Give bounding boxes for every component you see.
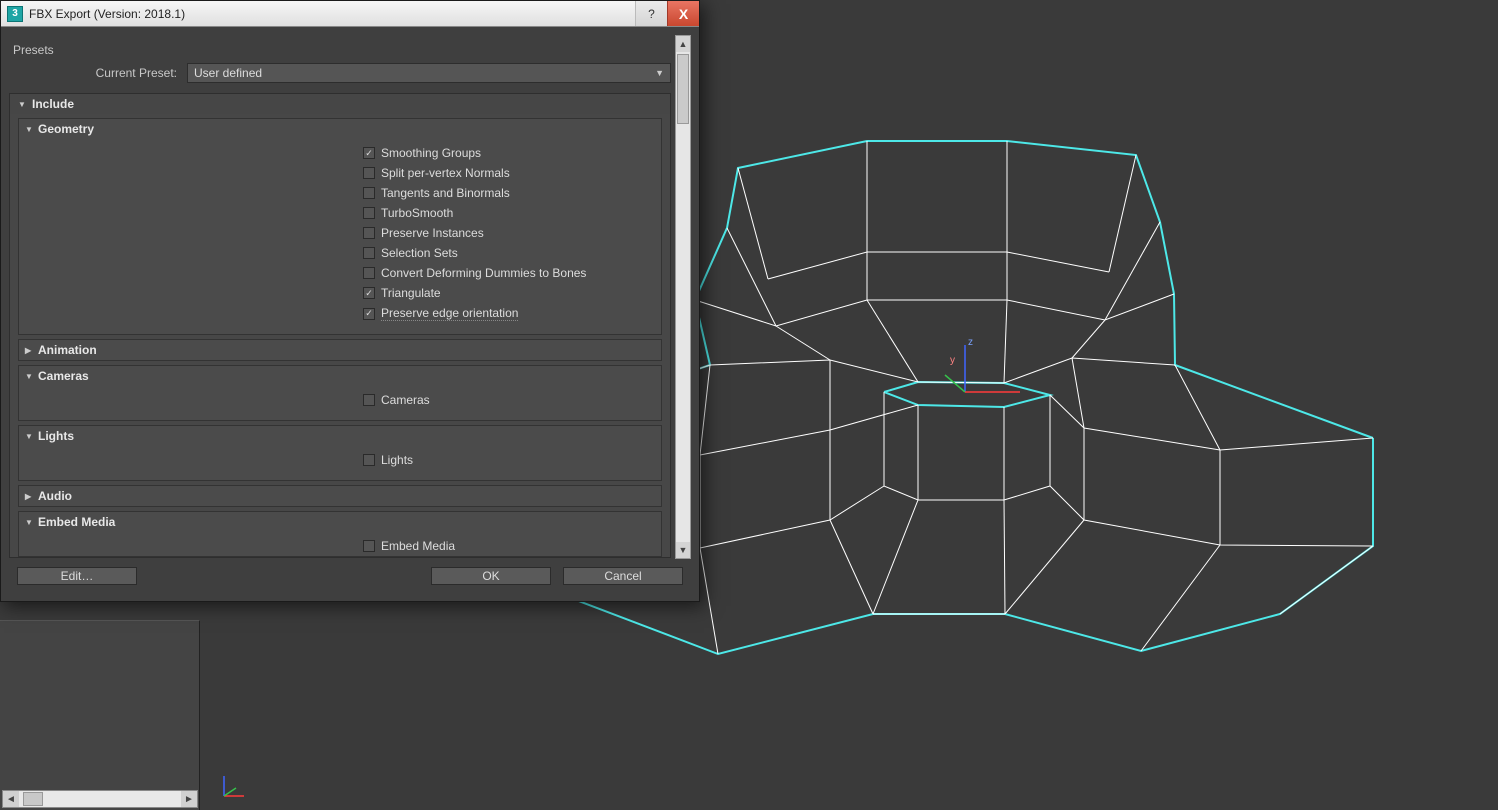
help-button[interactable]: ? — [635, 1, 667, 26]
geometry-option-row: Tangents and Binormals — [23, 183, 657, 203]
subsection-animation-header[interactable]: ▶ Animation — [19, 340, 661, 360]
cancel-button[interactable]: Cancel — [563, 567, 683, 585]
edit-button[interactable]: Edit… — [17, 567, 137, 585]
subsection-geometry: ▼ Geometry Smoothing Groups Split per-ver… — [18, 118, 662, 335]
scroll-track[interactable] — [676, 52, 690, 542]
geometry-option-label: Smoothing Groups — [381, 146, 481, 160]
scroll-down-arrow-icon[interactable]: ▼ — [676, 542, 690, 558]
horizontal-scrollbar[interactable]: ◄ ► — [2, 790, 198, 808]
geometry-checkbox[interactable] — [363, 207, 375, 219]
close-button[interactable]: X — [667, 1, 699, 26]
svg-text:y: y — [950, 355, 955, 366]
subsection-cameras-header[interactable]: ▼ Cameras — [19, 366, 661, 386]
subsection-embed-media: ▼ Embed Media Embed Media — [18, 511, 662, 557]
subsection-audio: ▶ Audio — [18, 485, 662, 507]
svg-text:z: z — [968, 337, 973, 348]
section-include-header[interactable]: ▼ Include — [10, 94, 670, 114]
geometry-checkbox[interactable] — [363, 147, 375, 159]
cameras-checkbox[interactable] — [363, 394, 375, 406]
geometry-option-label: Selection Sets — [381, 246, 458, 260]
timeline-panel: ◄ ► — [0, 620, 200, 810]
titlebar[interactable]: 3 FBX Export (Version: 2018.1) ? X — [1, 1, 699, 27]
scroll-thumb[interactable] — [677, 54, 689, 124]
subsection-embed-header[interactable]: ▼ Embed Media — [19, 512, 661, 532]
geometry-option-row: Smoothing Groups — [23, 143, 657, 163]
scroll-right-arrow-icon[interactable]: ► — [181, 791, 197, 807]
disclosure-down-icon: ▼ — [25, 125, 33, 134]
current-preset-label: Current Preset: — [9, 66, 187, 80]
subsection-animation: ▶ Animation — [18, 339, 662, 361]
geometry-option-row: TurboSmooth — [23, 203, 657, 223]
geometry-option-row: Preserve Instances — [23, 223, 657, 243]
geometry-option-row: Selection Sets — [23, 243, 657, 263]
geometry-checkbox[interactable] — [363, 308, 375, 320]
subsection-cameras: ▼ Cameras Cameras — [18, 365, 662, 421]
presets-heading: Presets — [9, 35, 671, 59]
lights-label: Lights — [381, 453, 413, 467]
cameras-label: Cameras — [381, 393, 430, 407]
subsection-lights: ▼ Lights Lights — [18, 425, 662, 481]
embed-media-checkbox[interactable] — [363, 540, 375, 552]
geometry-option-label: Triangulate — [381, 286, 441, 300]
geometry-option-label: TurboSmooth — [381, 206, 453, 220]
subsection-lights-header[interactable]: ▼ Lights — [19, 426, 661, 446]
subsection-geometry-header[interactable]: ▼ Geometry — [19, 119, 661, 139]
geometry-option-label: Preserve Instances — [381, 226, 484, 240]
geometry-option-row: Preserve edge orientation — [23, 303, 657, 324]
disclosure-down-icon: ▼ — [25, 372, 33, 381]
ok-button[interactable]: OK — [431, 567, 551, 585]
geometry-option-row: Split per-vertex Normals — [23, 163, 657, 183]
window-title: FBX Export (Version: 2018.1) — [29, 7, 635, 21]
disclosure-down-icon: ▼ — [18, 100, 26, 109]
geometry-checkbox[interactable] — [363, 287, 375, 299]
disclosure-right-icon: ▶ — [25, 346, 33, 355]
geometry-option-label: Preserve edge orientation — [381, 306, 518, 321]
disclosure-down-icon: ▼ — [25, 518, 33, 527]
chevron-down-icon: ▼ — [655, 68, 664, 78]
geometry-checkbox[interactable] — [363, 267, 375, 279]
geometry-option-row: Convert Deforming Dummies to Bones — [23, 263, 657, 283]
disclosure-down-icon: ▼ — [25, 432, 33, 441]
section-include: ▼ Include ▼ Geometry Smoothing Groups Spl… — [9, 93, 671, 558]
current-preset-dropdown[interactable]: User defined ▼ — [187, 63, 671, 83]
geometry-checkbox[interactable] — [363, 187, 375, 199]
geometry-option-label: Split per-vertex Normals — [381, 166, 510, 180]
axis-gizmo-icon — [220, 770, 250, 800]
scroll-up-arrow-icon[interactable]: ▲ — [676, 36, 690, 52]
fbx-export-dialog: 3 FBX Export (Version: 2018.1) ? X Prese… — [0, 0, 700, 602]
subsection-audio-header[interactable]: ▶ Audio — [19, 486, 661, 506]
disclosure-right-icon: ▶ — [25, 492, 33, 501]
geometry-checkbox[interactable] — [363, 227, 375, 239]
geometry-option-row: Triangulate — [23, 283, 657, 303]
scroll-left-arrow-icon[interactable]: ◄ — [3, 791, 19, 807]
scroll-thumb[interactable] — [23, 792, 43, 806]
app-icon: 3 — [7, 6, 23, 22]
geometry-checkbox[interactable] — [363, 167, 375, 179]
vertical-scrollbar[interactable]: ▲ ▼ — [675, 35, 691, 559]
current-preset-value: User defined — [194, 66, 262, 80]
lights-checkbox[interactable] — [363, 454, 375, 466]
geometry-option-label: Tangents and Binormals — [381, 186, 510, 200]
geometry-option-label: Convert Deforming Dummies to Bones — [381, 266, 586, 280]
embed-media-label: Embed Media — [381, 539, 455, 553]
geometry-checkbox[interactable] — [363, 247, 375, 259]
